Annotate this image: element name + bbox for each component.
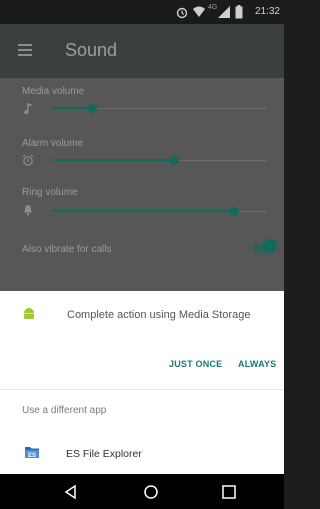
use-different-app-label: Use a different app	[22, 405, 107, 416]
sound-settings: Media volume Alarm volume Ring volume Al…	[0, 78, 284, 291]
alarm-icon	[176, 7, 188, 19]
music-note-icon	[24, 103, 32, 114]
alarm-volume-fill	[52, 159, 174, 161]
status-time: 21:32	[254, 6, 280, 17]
menu-icon[interactable]	[18, 44, 32, 56]
ring-volume-fill	[52, 210, 234, 212]
status-bar: 4G 21:32	[0, 0, 284, 24]
app-chooser-sheet: Complete action using Media Storage JUST…	[0, 291, 284, 474]
ring-volume-thumb[interactable]	[230, 207, 239, 216]
home-icon[interactable]	[142, 483, 160, 501]
app-item-es-file-explorer[interactable]: ES ES File Explorer	[0, 431, 284, 473]
just-once-button[interactable]: JUST ONCE	[169, 359, 222, 369]
media-volume-fill	[52, 107, 92, 109]
bell-icon	[24, 205, 32, 216]
sheet-header: Complete action using Media Storage	[0, 291, 284, 339]
media-volume-thumb[interactable]	[88, 104, 97, 113]
toolbar: Sound	[0, 24, 284, 78]
signal-icon	[218, 6, 230, 18]
es-file-explorer-icon: ES	[25, 447, 39, 459]
wifi-icon	[193, 6, 205, 17]
media-volume-label: Media volume	[22, 86, 85, 97]
vibrate-label: Also vibrate for calls	[22, 244, 112, 255]
navigation-bar	[0, 474, 284, 509]
svg-text:ES: ES	[28, 453, 36, 459]
sheet-title: Complete action using Media Storage	[67, 309, 251, 321]
network-type: 4G	[208, 4, 218, 11]
battery-icon	[235, 5, 243, 19]
recents-icon[interactable]	[220, 483, 238, 501]
page-title: Sound	[65, 40, 118, 60]
alarm-volume-thumb[interactable]	[170, 156, 179, 165]
back-icon[interactable]	[62, 483, 80, 501]
ring-volume-label: Ring volume	[22, 187, 78, 198]
android-icon	[24, 308, 34, 319]
alarm-volume-label: Alarm volume	[22, 138, 84, 149]
alarm-clock-icon	[22, 154, 34, 166]
always-button[interactable]: ALWAYS	[238, 359, 276, 369]
vibrate-toggle[interactable]	[263, 239, 277, 253]
divider	[0, 389, 284, 390]
app-name: ES File Explorer	[66, 448, 142, 460]
